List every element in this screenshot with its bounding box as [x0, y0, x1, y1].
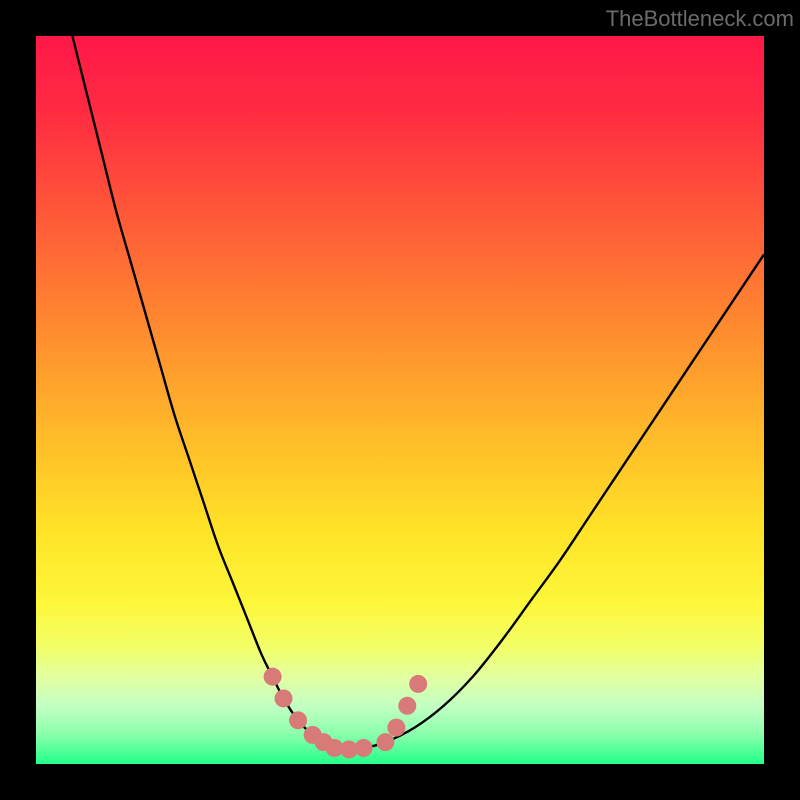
curve-marker	[409, 675, 427, 693]
curve-marker	[387, 719, 405, 737]
chart-container: TheBottleneck.com	[0, 0, 800, 800]
curve-marker	[398, 697, 416, 715]
chart-svg	[36, 36, 764, 764]
plot-area	[36, 36, 764, 764]
curve-marker	[275, 689, 293, 707]
curve-marker	[376, 733, 394, 751]
curve-marker	[289, 711, 307, 729]
gradient-background	[36, 36, 764, 764]
watermark-text: TheBottleneck.com	[606, 6, 794, 32]
curve-marker	[264, 668, 282, 686]
curve-marker	[355, 739, 373, 757]
